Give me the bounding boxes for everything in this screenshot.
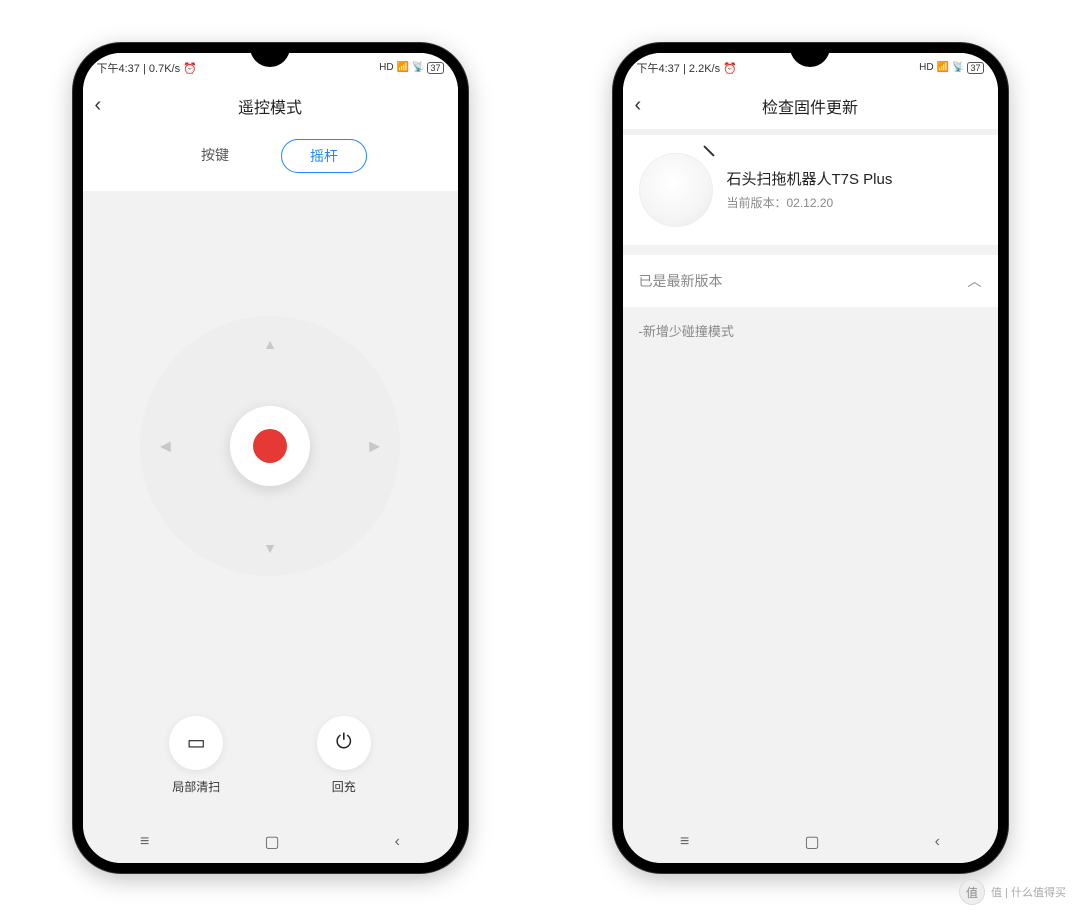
spot-icon: ▭ xyxy=(187,730,206,755)
nav-home-icon[interactable]: ▢ xyxy=(804,832,819,852)
dock-label: 回充 xyxy=(332,778,356,795)
alarm-icon: ⏰ xyxy=(183,63,197,75)
battery-icon: 37 xyxy=(427,62,443,74)
status-right: HD 📶 📡 37 xyxy=(919,62,983,74)
device-card: 石头扫拖机器人T7S Plus 当前版本：02.12.20 xyxy=(623,135,998,245)
title-bar: ‹ 遥控模式 xyxy=(83,83,458,129)
watermark-logo-icon: 值 xyxy=(959,879,985,905)
screen-remote: 下午4:37 | 0.7K/s ⏰ HD 📶 📡 37 ‹ 遥控模式 按键 摇杆… xyxy=(83,53,458,863)
title-bar: ‹ 检查固件更新 xyxy=(623,83,998,129)
status-left: 下午4:37 | 0.7K/s ⏰ xyxy=(97,60,197,76)
bottom-actions: ▭ 局部清扫 ⏻ 回充 xyxy=(83,702,458,821)
screen-firmware: 下午4:37 | 2.2K/s ⏰ HD 📶 📡 37 ‹ 检查固件更新 石头扫… xyxy=(623,53,998,863)
watermark: 值 值 | 什么值得买 xyxy=(959,879,1066,905)
spot-clean-button[interactable]: ▭ 局部清扫 xyxy=(169,716,223,795)
dock-button[interactable]: ⏻ 回充 xyxy=(317,716,371,795)
arrow-up-icon: ▲ xyxy=(263,336,277,352)
phone-mockup-left: 下午4:37 | 0.7K/s ⏰ HD 📶 📡 37 ‹ 遥控模式 按键 摇杆… xyxy=(73,43,468,873)
dpad[interactable]: ▲ ▼ ◀ ▶ xyxy=(140,316,400,576)
status-bar: 下午4:37 | 2.2K/s ⏰ HD 📶 📡 37 xyxy=(623,53,998,83)
dock-icon: ⏻ xyxy=(336,731,352,754)
hd-icon: HD xyxy=(919,62,933,73)
page-title: 遥控模式 xyxy=(83,94,458,118)
status-right: HD 📶 📡 37 xyxy=(379,62,443,74)
nav-home-icon[interactable]: ▢ xyxy=(264,832,279,852)
wifi-icon: 📡 xyxy=(952,62,964,73)
signal-icon: 📶 xyxy=(397,62,409,73)
status-bar: 下午4:37 | 0.7K/s ⏰ HD 📶 📡 37 xyxy=(83,53,458,83)
changelog-item: -新增少碰撞模式 xyxy=(623,307,998,354)
phone-mockup-right: 下午4:37 | 2.2K/s ⏰ HD 📶 📡 37 ‹ 检查固件更新 石头扫… xyxy=(613,43,1008,873)
latest-version-label: 已是最新版本 xyxy=(639,271,723,291)
android-navbar: ≡ ▢ ‹ xyxy=(83,821,458,863)
tab-button-mode[interactable]: 按键 xyxy=(173,139,257,173)
arrow-right-icon: ▶ xyxy=(369,438,380,455)
latest-version-row[interactable]: 已是最新版本 ︿ xyxy=(623,255,998,307)
joystick-area: ▲ ▼ ◀ ▶ xyxy=(83,191,458,702)
alarm-icon: ⏰ xyxy=(723,63,737,75)
android-navbar: ≡ ▢ ‹ xyxy=(623,821,998,863)
arrow-down-icon: ▼ xyxy=(263,540,277,556)
hd-icon: HD xyxy=(379,62,393,73)
watermark-text: 值 | 什么值得买 xyxy=(991,884,1066,900)
joystick-thumb[interactable] xyxy=(230,406,310,486)
nav-recent-icon[interactable]: ≡ xyxy=(680,833,689,851)
device-name: 石头扫拖机器人T7S Plus xyxy=(727,168,893,189)
status-left: 下午4:37 | 2.2K/s ⏰ xyxy=(637,60,737,76)
mode-tabs: 按键 摇杆 xyxy=(83,129,458,191)
wifi-icon: 📡 xyxy=(412,62,424,73)
nav-back-icon[interactable]: ‹ xyxy=(935,833,940,851)
arrow-left-icon: ◀ xyxy=(160,438,171,455)
nav-back-icon[interactable]: ‹ xyxy=(395,833,400,851)
spot-label: 局部清扫 xyxy=(172,778,220,795)
signal-icon: 📶 xyxy=(937,62,949,73)
device-image xyxy=(639,153,713,227)
nav-recent-icon[interactable]: ≡ xyxy=(140,833,149,851)
device-version: 当前版本：02.12.20 xyxy=(727,194,893,211)
page-title: 检查固件更新 xyxy=(623,94,998,118)
battery-icon: 37 xyxy=(967,62,983,74)
chevron-up-icon: ︿ xyxy=(968,271,982,291)
tab-joystick-mode[interactable]: 摇杆 xyxy=(281,139,367,173)
